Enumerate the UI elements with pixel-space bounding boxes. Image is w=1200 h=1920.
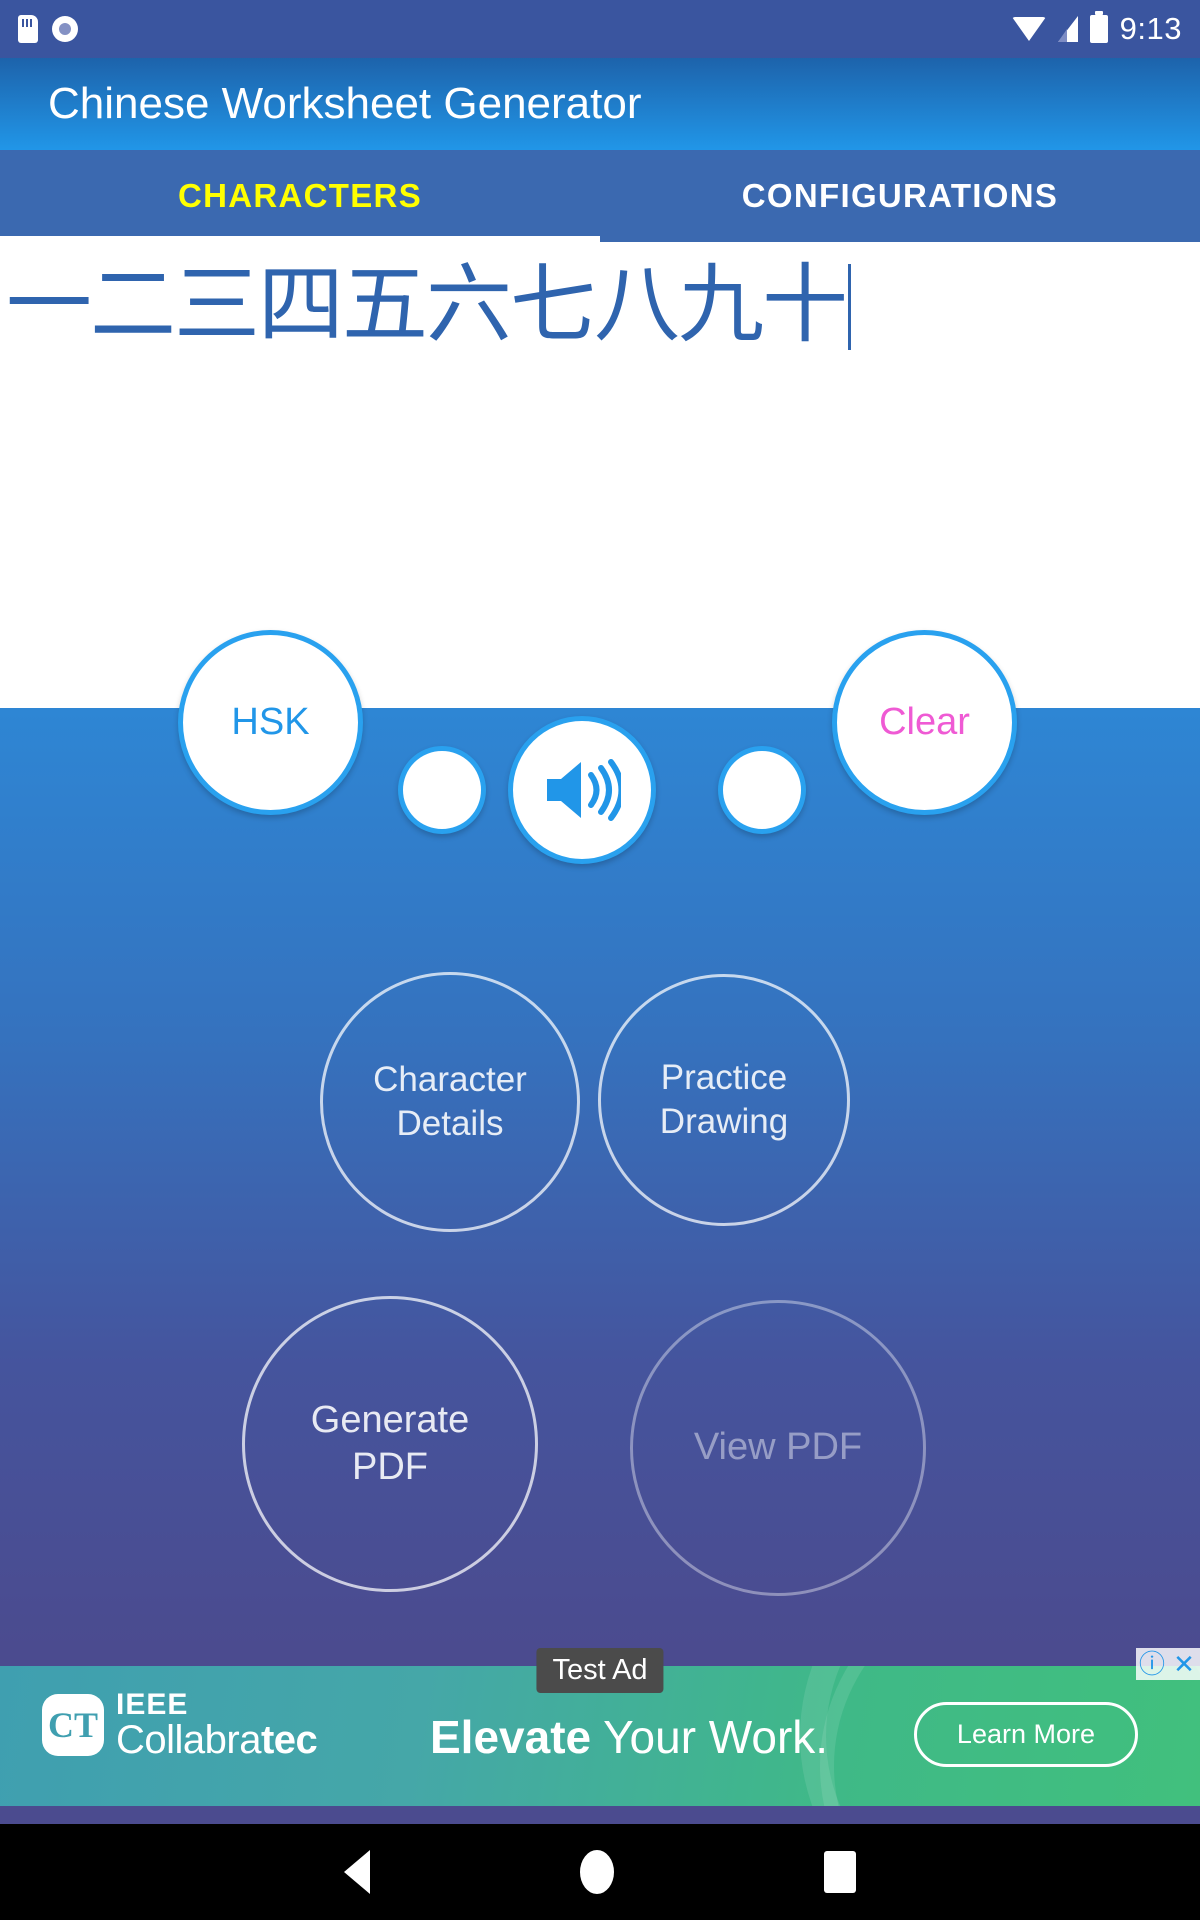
sd-card-icon: [18, 15, 38, 43]
battery-icon: [1089, 11, 1108, 43]
status-bar: 9:13: [0, 0, 1200, 58]
hsk-button-label: HSK: [231, 701, 310, 743]
practice-drawing-line2: Drawing: [659, 1102, 789, 1141]
status-bar-clock: 9:13: [1119, 11, 1182, 46]
tab-configurations[interactable]: CONFIGURATIONS: [600, 150, 1200, 242]
ad-close-icon[interactable]: ✕: [1168, 1648, 1200, 1680]
ad-info-icon[interactable]: ⓘ: [1136, 1648, 1168, 1680]
ad-brand-logo: CT IEEE Collabratec: [42, 1688, 318, 1762]
signal-icon: [1057, 16, 1078, 42]
tab-configurations-label: CONFIGURATIONS: [741, 177, 1059, 214]
ad-brand-tec: tec: [260, 1718, 318, 1762]
practice-drawing-line1: Practice: [660, 1058, 788, 1098]
character-details-label: Character Details: [373, 1058, 527, 1146]
view-pdf-button[interactable]: View PDF: [630, 1300, 926, 1596]
app-bar: Chinese Worksheet Generator: [0, 58, 1200, 150]
tab-bar: CHARACTERS CONFIGURATIONS: [0, 150, 1200, 242]
text-caret: [848, 264, 851, 350]
speaker-button[interactable]: [508, 716, 656, 864]
ad-container: CT IEEE Collabratec Elevate Your Work. L…: [0, 1648, 1200, 1824]
home-icon[interactable]: [580, 1850, 614, 1894]
previous-character-button[interactable]: [398, 746, 486, 834]
character-details-button[interactable]: Character Details: [320, 972, 580, 1232]
ad-corner-controls: ⓘ ✕: [1136, 1648, 1200, 1680]
practice-drawing-button[interactable]: Practice Drawing: [598, 974, 850, 1226]
status-bar-right-icons: 9:13: [1011, 11, 1182, 47]
tab-characters-label: CHARACTERS: [178, 177, 422, 214]
character-input-area[interactable]: 一二三四五六七八九十: [0, 242, 1200, 708]
test-ad-label: Test Ad: [536, 1648, 664, 1693]
tab-characters[interactable]: CHARACTERS: [0, 150, 600, 242]
wifi-icon: [1011, 17, 1046, 41]
back-icon[interactable]: [344, 1850, 370, 1894]
ad-tagline-bold: Elevate: [430, 1711, 592, 1763]
status-bar-left-icons: [18, 15, 78, 43]
ad-learn-more-button[interactable]: Learn More: [913, 1702, 1138, 1767]
character-input-value: 一二三四五六七八九十: [6, 255, 848, 355]
character-input-field[interactable]: 一二三四五六七八九十: [6, 260, 1200, 350]
ad-brand-ieee: IEEE: [116, 1688, 189, 1721]
ad-brand-text: IEEE Collabratec: [116, 1688, 318, 1762]
page-title: Chinese Worksheet Generator: [48, 79, 642, 128]
character-details-line1: Character: [373, 1060, 527, 1100]
recent-apps-icon[interactable]: [824, 1851, 856, 1893]
generate-pdf-line1: Generate: [310, 1398, 470, 1441]
app-root: 9:13 Chinese Worksheet Generator CHARACT…: [0, 0, 1200, 1920]
hsk-button[interactable]: HSK: [178, 630, 363, 815]
ad-brand-collabra: Collabra: [116, 1718, 261, 1762]
ad-tagline-rest: Your Work.: [591, 1711, 829, 1763]
disc-icon: [52, 16, 78, 42]
clear-button[interactable]: Clear: [832, 630, 1017, 815]
view-pdf-label: View PDF: [693, 1426, 863, 1469]
android-nav-bar: [0, 1824, 1200, 1920]
character-details-line2: Details: [396, 1104, 504, 1143]
clear-button-label: Clear: [879, 701, 970, 743]
ad-tagline: Elevate Your Work.: [430, 1710, 828, 1764]
collabratec-mark-icon: CT: [42, 1694, 104, 1756]
practice-drawing-label: Practice Drawing: [660, 1056, 788, 1144]
speaker-icon: [547, 759, 621, 821]
generate-pdf-label: Generate PDF: [311, 1397, 469, 1492]
next-character-button[interactable]: [718, 746, 806, 834]
generate-pdf-line2: PDF: [351, 1446, 428, 1488]
generate-pdf-button[interactable]: Generate PDF: [242, 1296, 538, 1592]
action-panel: HSK Clear Character Details Practice Dra…: [0, 630, 1200, 1648]
ad-brand-collabratec: Collabratec: [116, 1718, 318, 1762]
